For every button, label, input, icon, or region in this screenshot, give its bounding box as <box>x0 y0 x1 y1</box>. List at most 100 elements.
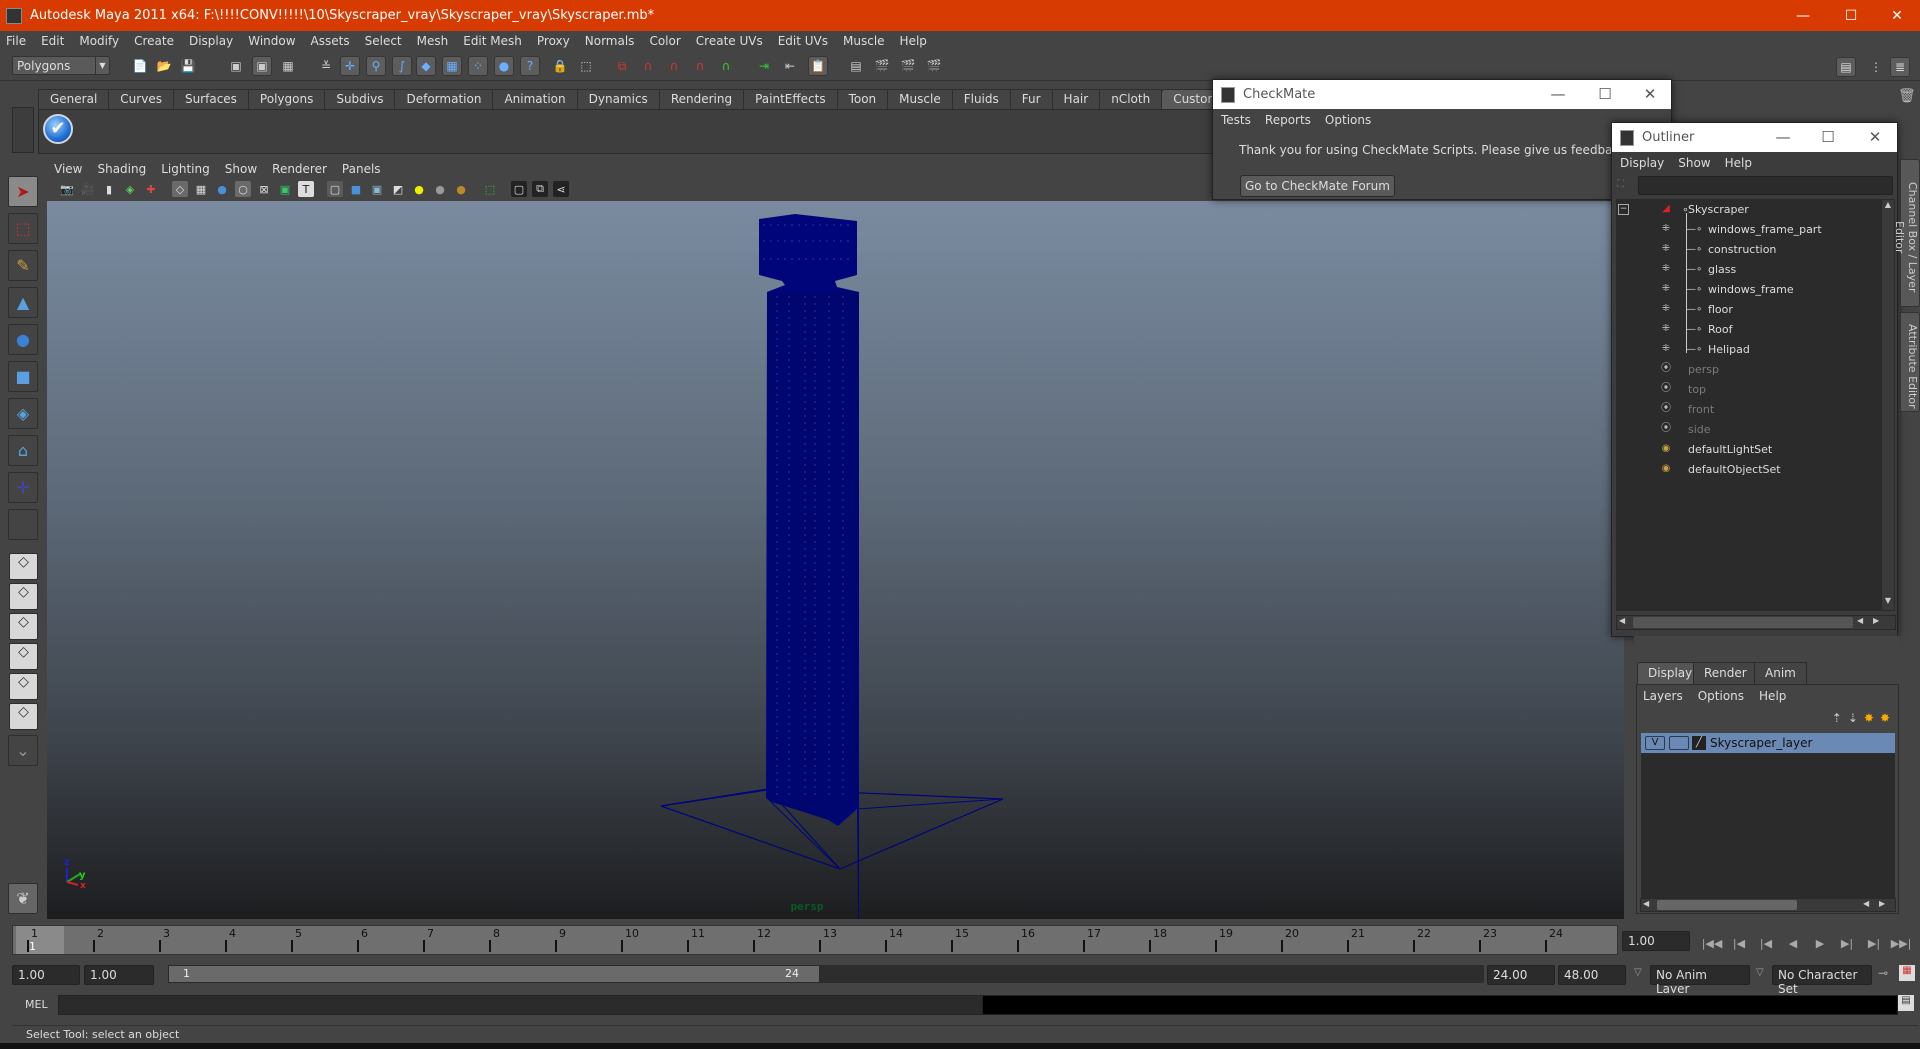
menu-create-uvs[interactable]: Create UVs <box>696 34 763 48</box>
high-quality-icon[interactable]: ● <box>453 181 469 197</box>
camera-attributes-icon[interactable]: 📷 <box>59 181 75 197</box>
smooth-shade-icon[interactable]: ■ <box>348 181 364 197</box>
select-tool[interactable]: ➤ <box>8 176 38 207</box>
input-ops-icon[interactable]: ⇥ <box>754 56 774 76</box>
menu-edit-uvs[interactable]: Edit UVs <box>778 34 828 48</box>
layer-menu-options[interactable]: Options <box>1698 689 1744 703</box>
shelf-tab-ncloth[interactable]: nCloth <box>1099 89 1163 109</box>
scrollbar-thumb[interactable] <box>1633 617 1853 628</box>
snap-grid-icon[interactable]: ⧉ <box>612 56 632 76</box>
select-rendering-icon[interactable]: ● <box>494 56 514 76</box>
go-to-end-icon[interactable]: ▶▶| <box>1889 936 1913 952</box>
current-time-field[interactable]: 1.00 <box>1622 931 1690 951</box>
lock-selection-icon[interactable]: 🔒 <box>550 56 570 76</box>
outliner-item[interactable]: ⁜ —∘ construction <box>1616 239 1836 259</box>
anim-layer-dropdown-icon[interactable]: ▽ <box>1634 967 1642 978</box>
scroll-left-icon[interactable]: ◀ <box>1643 899 1649 908</box>
shelf-tab-subdivs[interactable]: Subdivs <box>324 89 396 109</box>
checkmate-minimize-button[interactable]: — <box>1535 80 1581 109</box>
textured-icon[interactable]: ◩ <box>390 181 406 197</box>
film-gate-icon[interactable]: ▦ <box>193 181 209 197</box>
two-d-pan-zoom-icon[interactable]: ◈ <box>122 181 138 197</box>
menu-modify[interactable]: Modify <box>79 34 119 48</box>
outliner-close-button[interactable]: ✕ <box>1852 123 1898 152</box>
play-forwards-icon[interactable]: ▶ <box>1808 936 1832 952</box>
trash-icon[interactable]: 🗑 <box>1898 88 1916 104</box>
layer-menu-help[interactable]: Help <box>1759 689 1786 703</box>
isolate-select-icon[interactable]: ⬚ <box>482 181 498 197</box>
checkmate-check-icon[interactable]: ✔ <box>43 114 73 144</box>
checkmate-title-bar[interactable]: CheckMate — ☐ ✕ <box>1213 80 1671 109</box>
render-settings-icon[interactable]: 🎬 <box>924 56 944 76</box>
soft-mod-tool[interactable]: ⌂ <box>8 435 38 466</box>
scroll-right-icon[interactable]: ▶ <box>1873 616 1879 625</box>
safe-title-icon[interactable]: T <box>298 181 314 197</box>
playback-start-field[interactable]: 1.00 <box>84 965 154 985</box>
menu-window[interactable]: Window <box>248 34 295 48</box>
xray-icon[interactable]: ▢ <box>511 181 527 197</box>
close-button[interactable]: ✕ <box>1874 0 1920 31</box>
checkmate-maximize-button[interactable]: ☐ <box>1582 80 1628 109</box>
end-time-field[interactable]: 48.00 <box>1558 965 1626 985</box>
more-layouts-button[interactable]: ⌄ <box>8 735 38 766</box>
select-curves-icon[interactable]: ∫ <box>392 56 412 76</box>
play-backwards-icon[interactable]: ◀ <box>1781 936 1805 952</box>
four-view-layout-icon[interactable]: ◇ <box>9 583 38 610</box>
time-slider[interactable]: 1 1 2 3 4 5 6 7 8 9 10 11 12 13 14 15 16 17 18 19 20 21 22 23 2… <box>12 925 1618 955</box>
perspective-viewport[interactable]: persp z y x <box>47 201 1624 919</box>
gate-mask-icon[interactable]: ○ <box>235 181 251 197</box>
ipr-render-icon[interactable]: 🎬 <box>898 56 918 76</box>
menu-edit-mesh[interactable]: Edit Mesh <box>463 34 522 48</box>
scale-tool[interactable]: ■ <box>8 361 38 392</box>
outliner-menu-help[interactable]: Help <box>1725 156 1752 170</box>
layer-menu-layers[interactable]: Layers <box>1643 689 1683 703</box>
shelf-tab-muscle[interactable]: Muscle <box>887 89 953 109</box>
outliner-search-input[interactable] <box>1638 176 1893 195</box>
panel-menu-show[interactable]: Show <box>225 162 257 176</box>
persp-graph-hypergraph-layout-icon[interactable]: ◇ <box>9 703 38 730</box>
shelf-tab-surfaces[interactable]: Surfaces <box>172 89 249 109</box>
menu-assets[interactable]: Assets <box>311 34 350 48</box>
outliner-title-bar[interactable]: Outliner — ☐ ✕ <box>1612 123 1897 152</box>
wireframe-on-shaded-icon[interactable]: ▣ <box>369 181 385 197</box>
outliner-item[interactable]: ⁜ —∘ windows_frame <box>1616 279 1836 299</box>
shelf-tab-rendering[interactable]: Rendering <box>658 89 745 109</box>
command-language-label[interactable]: MEL <box>25 998 48 1011</box>
camera-bookmark-icon[interactable]: 🎥 <box>80 181 96 197</box>
show-hide-tool-settings-icon[interactable]: ⋮ <box>1866 57 1886 77</box>
last-tool-slot[interactable] <box>8 509 38 540</box>
start-time-field[interactable]: 1.00 <box>12 965 80 985</box>
scroll-up-icon[interactable]: ▲ <box>1882 200 1894 214</box>
step-forward-key-icon[interactable]: ▶| <box>1862 936 1886 952</box>
persp-graph-layout-icon[interactable]: ◇ <box>9 643 38 670</box>
shelf-tab-animation[interactable]: Animation <box>492 89 578 109</box>
outliner-item[interactable]: ⦿ persp <box>1616 359 1836 379</box>
universal-manipulator-tool[interactable]: ◈ <box>8 398 38 429</box>
checkmate-menu-reports[interactable]: Reports <box>1265 113 1311 127</box>
new-scene-icon[interactable]: 📄 <box>130 56 150 76</box>
outliner-item[interactable]: ⁜ —∘ glass <box>1616 259 1836 279</box>
grease-pencil-icon[interactable]: ✚ <box>143 181 159 197</box>
select-handles-icon[interactable]: ✛ <box>340 56 360 76</box>
construction-history-icon[interactable]: 📋 <box>808 56 828 76</box>
field-chart-icon[interactable]: ⊠ <box>256 181 272 197</box>
shelf-tab-deformation[interactable]: Deformation <box>394 89 494 109</box>
menu-create[interactable]: Create <box>134 34 174 48</box>
menu-help[interactable]: Help <box>900 34 927 48</box>
single-perspective-layout-icon[interactable]: ◇ <box>9 553 38 580</box>
outliner-filter-toggle-icon[interactable]: ⛶ <box>1617 179 1631 193</box>
menu-file[interactable]: File <box>6 34 26 48</box>
image-plane-icon[interactable]: ▮ <box>101 181 117 197</box>
tab-attribute-editor[interactable]: Attribute Editor <box>1900 312 1920 412</box>
script-editor-icon[interactable]: ▤ <box>1898 995 1914 1011</box>
show-hide-channel-box-icon[interactable]: ≣ <box>1890 57 1910 77</box>
maximize-button[interactable]: ☐ <box>1828 0 1874 31</box>
outliner-item[interactable]: ⦿ top <box>1616 379 1836 399</box>
shelf-tab-painteffects[interactable]: PaintEffects <box>743 89 838 109</box>
menu-edit[interactable]: Edit <box>41 34 64 48</box>
menu-mesh[interactable]: Mesh <box>417 34 449 48</box>
minimize-button[interactable]: — <box>1780 0 1826 31</box>
checkmate-forum-button[interactable]: Go to CheckMate Forum <box>1240 175 1395 197</box>
shelf-menu-handle[interactable] <box>12 107 34 153</box>
select-by-hierarchy-icon[interactable]: ▣ <box>226 56 246 76</box>
